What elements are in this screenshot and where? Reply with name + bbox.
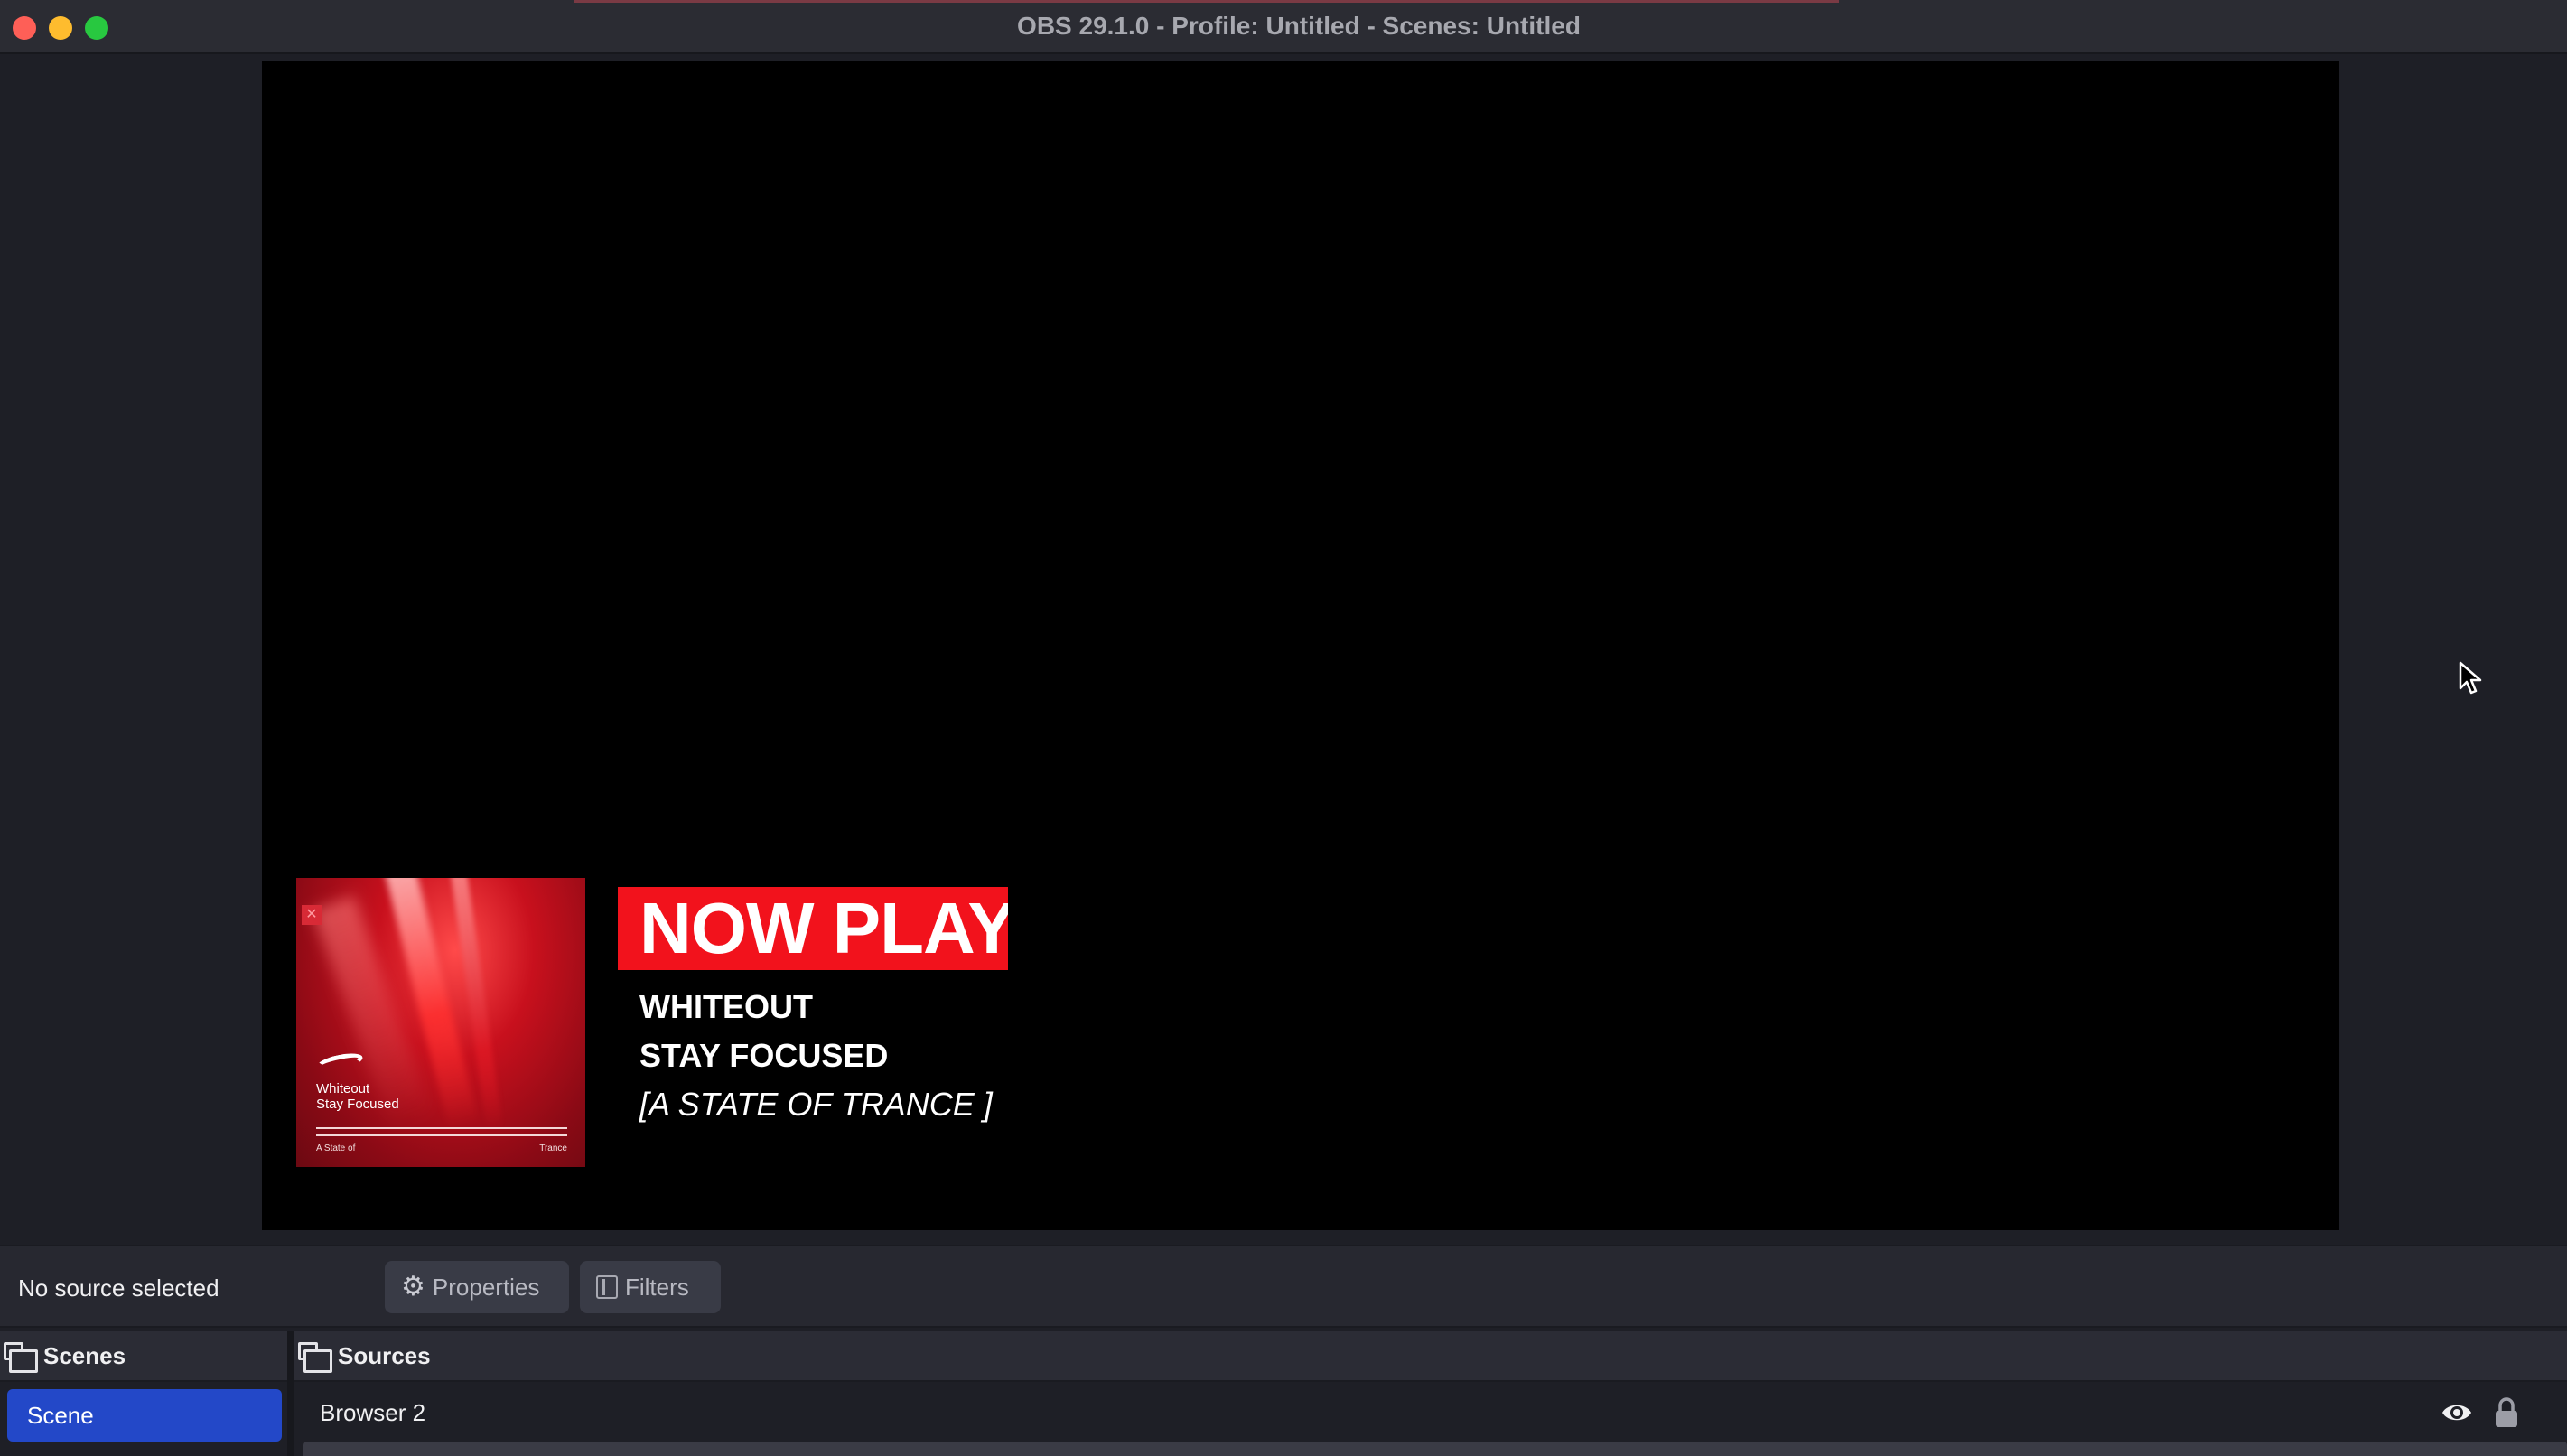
- dock-splitter[interactable]: [287, 1331, 294, 1456]
- sources-dock-header[interactable]: Sources: [294, 1331, 2567, 1382]
- now-playing-banner: NOW PLAYING: [618, 887, 1008, 970]
- album-footer-right: Trance: [539, 1143, 567, 1153]
- visibility-eye-icon[interactable]: [2441, 1400, 2473, 1425]
- filters-label: Filters: [625, 1273, 689, 1301]
- lock-icon[interactable]: [2493, 1396, 2520, 1429]
- preview-area[interactable]: ✕ Whiteout Stay Focused A State of Tranc…: [0, 56, 2567, 1243]
- source-item-label: Browser 2: [320, 1399, 426, 1426]
- scene-item[interactable]: Scene: [7, 1389, 282, 1442]
- source-toolbar: No source selected ⚙ Properties Filters: [0, 1245, 2567, 1328]
- source-item[interactable]: Browser 2: [294, 1384, 2567, 1442]
- filters-icon: [596, 1275, 618, 1299]
- filters-button[interactable]: Filters: [580, 1261, 721, 1313]
- scenes-list: Scene: [0, 1384, 287, 1456]
- properties-label: Properties: [432, 1273, 540, 1301]
- title-bar: OBS 29.1.0 - Profile: Untitled - Scenes:…: [0, 0, 2567, 54]
- source-item-partial[interactable]: [303, 1442, 2567, 1456]
- selected-source-status: No source selected: [18, 1274, 219, 1302]
- sources-list: Browser 2: [294, 1384, 2567, 1456]
- album-artist: Whiteout: [316, 1081, 370, 1097]
- undock-icon[interactable]: [4, 1342, 38, 1373]
- now-playing-artist: WHITEOUT: [639, 988, 813, 1025]
- undock-icon[interactable]: [298, 1342, 332, 1373]
- scenes-dock-title: Scenes: [43, 1341, 126, 1369]
- swoosh-logo-icon: [314, 1050, 365, 1075]
- label-logo-icon: ✕: [302, 905, 322, 925]
- now-playing-label: [A STATE OF TRANCE ]: [639, 1086, 993, 1123]
- gear-icon: ⚙: [401, 1272, 425, 1302]
- now-playing-track: STAY FOCUSED: [639, 1037, 889, 1074]
- sources-dock-title: Sources: [338, 1341, 431, 1369]
- properties-button[interactable]: ⚙ Properties: [385, 1261, 569, 1313]
- album-footer-left: A State of: [316, 1143, 356, 1153]
- preview-canvas[interactable]: ✕ Whiteout Stay Focused A State of Tranc…: [262, 61, 2339, 1230]
- album-title: Stay Focused: [316, 1097, 399, 1112]
- scenes-dock-header[interactable]: Scenes: [0, 1331, 287, 1382]
- mouse-cursor-icon: [2459, 661, 2482, 695]
- album-art: ✕ Whiteout Stay Focused A State of Tranc…: [296, 878, 585, 1167]
- window-title: OBS 29.1.0 - Profile: Untitled - Scenes:…: [1017, 12, 1581, 40]
